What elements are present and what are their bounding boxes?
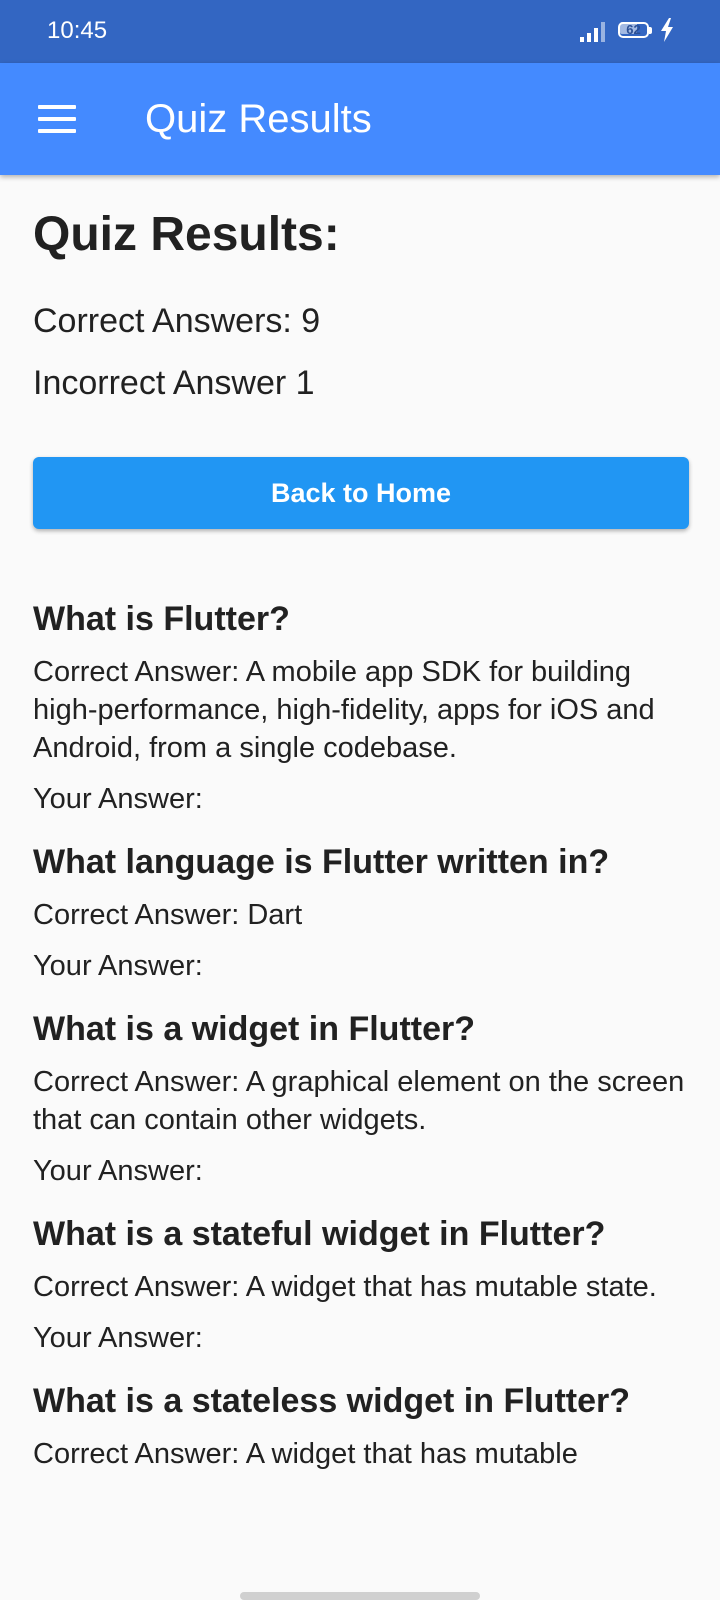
your-answer-text: Your Answer: — [33, 950, 203, 982]
question-list: What is Flutter? Correct Answer: A mobil… — [33, 597, 688, 1473]
status-bar: 10:45 62 — [0, 0, 720, 63]
question-text: What is Flutter? — [33, 600, 290, 638]
correct-answer-text: Correct Answer: A widget that has mutabl… — [33, 1438, 578, 1470]
charging-bolt-icon — [661, 18, 673, 42]
question-item: What is a stateless widget in Flutter? C… — [33, 1379, 688, 1473]
status-time: 10:45 — [47, 17, 108, 44]
correct-answer-text: Correct Answer: Dart — [33, 899, 303, 931]
question-item: What language is Flutter written in? Cor… — [33, 840, 688, 985]
correct-answers-count: Correct Answers: 9 — [33, 302, 321, 340]
battery-level: 62 — [626, 22, 641, 37]
correct-answer-text: Correct Answer: A mobile app SDK for bui… — [33, 656, 655, 764]
your-answer-text: Your Answer: — [33, 1155, 203, 1187]
correct-answer-text: Correct Answer: A graphical element on t… — [33, 1066, 685, 1136]
back-to-home-button[interactable]: Back to Home — [33, 457, 689, 529]
your-answer-text: Your Answer: — [33, 783, 203, 815]
question-text: What is a stateless widget in Flutter? — [33, 1382, 630, 1420]
app-bar-title: Quiz Results — [145, 97, 372, 141]
app-bar: Quiz Results — [0, 63, 720, 175]
question-text: What language is Flutter written in? — [33, 843, 610, 881]
question-text: What is a stateful widget in Flutter? — [33, 1215, 606, 1253]
battery-icon: 62 — [618, 20, 656, 42]
home-indicator[interactable] — [240, 1592, 480, 1600]
question-text: What is a widget in Flutter? — [33, 1010, 475, 1048]
hamburger-menu-icon[interactable] — [22, 91, 78, 147]
incorrect-answers-count: Incorrect Answer 1 — [33, 364, 315, 402]
correct-answer-text: Correct Answer: A widget that has mutabl… — [33, 1271, 657, 1303]
results-content: Quiz Results: Correct Answers: 9 Incorre… — [33, 175, 689, 1495]
your-answer-text: Your Answer: — [33, 1322, 203, 1354]
results-heading: Quiz Results: — [33, 208, 340, 261]
question-item: What is Flutter? Correct Answer: A mobil… — [33, 597, 688, 818]
question-item: What is a stateful widget in Flutter? Co… — [33, 1212, 688, 1357]
question-item: What is a widget in Flutter? Correct Ans… — [33, 1007, 688, 1190]
signal-icon — [580, 22, 605, 42]
